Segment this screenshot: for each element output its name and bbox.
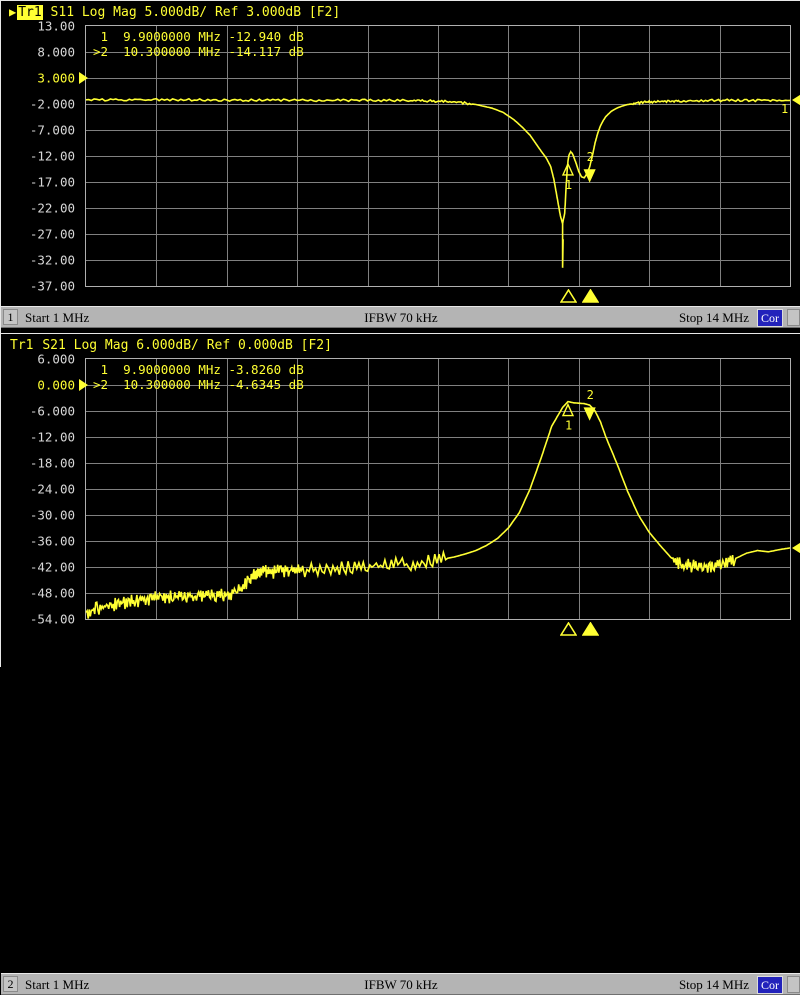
channel-2-format[interactable]: Log Mag [74, 338, 129, 353]
channel-2-trace-label[interactable]: Tr1 [9, 338, 34, 353]
y-axis-tick: -32.00 [30, 253, 75, 268]
y-axis-tick: -42.00 [30, 560, 75, 575]
x-axis-marker-1-triangle-icon[interactable] [560, 621, 577, 640]
y-axis-tick: -17.00 [30, 175, 75, 190]
channel-2-trace-title[interactable]: Tr1 S21 Log Mag 6.000dB/ Ref 0.000dB [F2… [9, 338, 332, 353]
y-axis-reference-tick: 0.000 [37, 378, 75, 393]
y-axis-tick: -22.00 [30, 201, 75, 216]
reference-level-arrow-icon[interactable] [79, 72, 88, 84]
y-axis-tick: -6.000 [30, 404, 75, 419]
channel-1-marker-readout[interactable]: 1 9.9000000 MHz -12.940 dB>2 10.300000 M… [93, 29, 304, 59]
y-axis-tick: -54.00 [30, 612, 75, 627]
channel-2-correction-badge[interactable]: Cor [757, 976, 783, 994]
y-axis-tick: 8.000 [37, 45, 75, 60]
channel-1-ref-value[interactable]: 3.000dB [246, 5, 301, 20]
channel-2-stop-frequency[interactable]: Stop 14 MHz [679, 977, 749, 993]
marker-2-number: 2 [587, 388, 594, 402]
y-axis-tick: -12.00 [30, 430, 75, 445]
channel-1-parameter[interactable]: S11 [51, 5, 74, 20]
x-axis-marker-2-triangle-icon[interactable] [582, 288, 599, 307]
channel-1-trace-title[interactable]: ▶Tr1 S11 Log Mag 5.000dB/ Ref 3.000dB [F… [9, 5, 340, 20]
y-axis-reference-tick: 3.000 [37, 71, 75, 86]
y-axis-tick: 13.00 [37, 19, 75, 34]
channel-2-plot-area: Tr1 S21 Log Mag 6.000dB/ Ref 0.000dB [F2… [1, 334, 800, 639]
marker-2-number: 2 [587, 150, 594, 164]
reference-level-arrow-icon[interactable] [79, 379, 88, 391]
channel-1-panel[interactable]: ▶Tr1 S11 Log Mag 5.000dB/ Ref 3.000dB [F… [0, 0, 800, 333]
channel-1-plot-area: ▶Tr1 S11 Log Mag 5.000dB/ Ref 3.000dB [F… [1, 1, 800, 306]
channel-1-trace-label[interactable]: Tr1 [17, 5, 42, 20]
y-axis-tick: -27.00 [30, 227, 75, 242]
channel-2-ref-label: Ref [207, 338, 230, 353]
vna-screen: ▶Tr1 S11 Log Mag 5.000dB/ Ref 3.000dB [F… [0, 0, 800, 667]
channel-1-correction-badge[interactable]: Cor [757, 309, 783, 327]
channel-1-channel-tag: [F2] [309, 5, 340, 20]
trace-select-arrow-icon: ▶ [9, 5, 16, 19]
x-axis-marker-1-triangle-icon[interactable] [560, 288, 577, 307]
y-axis-tick: -30.00 [30, 508, 75, 523]
marker-readout-line[interactable]: 1 9.9000000 MHz -3.8260 dB [93, 362, 304, 377]
y-axis-tick: -36.00 [30, 534, 75, 549]
channel-2-status-bar: 2 Start 1 MHz IFBW 70 kHz Stop 14 MHz Co… [1, 973, 800, 995]
channel-1-stop-frequency[interactable]: Stop 14 MHz [679, 310, 749, 326]
channel-2-scale-per-div[interactable]: 6.000dB/ [136, 338, 199, 353]
channel-1-status-bar: 1 Start 1 MHz IFBW 70 kHz Stop 14 MHz Co… [1, 306, 800, 328]
channel-1-format[interactable]: Log Mag [82, 5, 137, 20]
y-axis-tick: -18.00 [30, 456, 75, 471]
y-axis-tick: 6.000 [37, 352, 75, 367]
channel-2-marker-readout[interactable]: 1 9.9000000 MHz -3.8260 dB>2 10.300000 M… [93, 362, 304, 392]
marker-readout-line[interactable]: 1 9.9000000 MHz -12.940 dB [93, 29, 304, 44]
channel-1-scale-per-div[interactable]: 5.000dB/ [144, 5, 207, 20]
y-axis-tick: -48.00 [30, 586, 75, 601]
channel-1-status-end-cell [787, 309, 800, 326]
trace-position-pointer-icon[interactable] [792, 541, 800, 555]
channel-2-parameter[interactable]: S21 [42, 338, 65, 353]
channel-2-status-end-cell [787, 976, 800, 993]
y-axis-tick: -12.00 [30, 149, 75, 164]
marker-readout-line[interactable]: >2 10.300000 MHz -14.117 dB [93, 44, 304, 59]
channel-2-ref-value[interactable]: 0.000dB [238, 338, 293, 353]
marker-readout-line[interactable]: >2 10.300000 MHz -4.6345 dB [93, 377, 304, 392]
x-axis-marker-2-triangle-icon[interactable] [582, 621, 599, 640]
trace-position-pointer-icon[interactable] [792, 93, 800, 107]
y-axis-tick: -24.00 [30, 482, 75, 497]
y-axis-tick: -2.000 [30, 97, 75, 112]
trace-pointer-label: 1 [781, 102, 788, 116]
channel-2-panel[interactable]: Tr1 S21 Log Mag 6.000dB/ Ref 0.000dB [F2… [0, 333, 800, 667]
y-axis-tick: -7.000 [30, 123, 75, 138]
channel-1-ref-label: Ref [215, 5, 238, 20]
y-axis-tick: -37.00 [30, 279, 75, 294]
channel-2-channel-tag: [F2] [301, 338, 332, 353]
